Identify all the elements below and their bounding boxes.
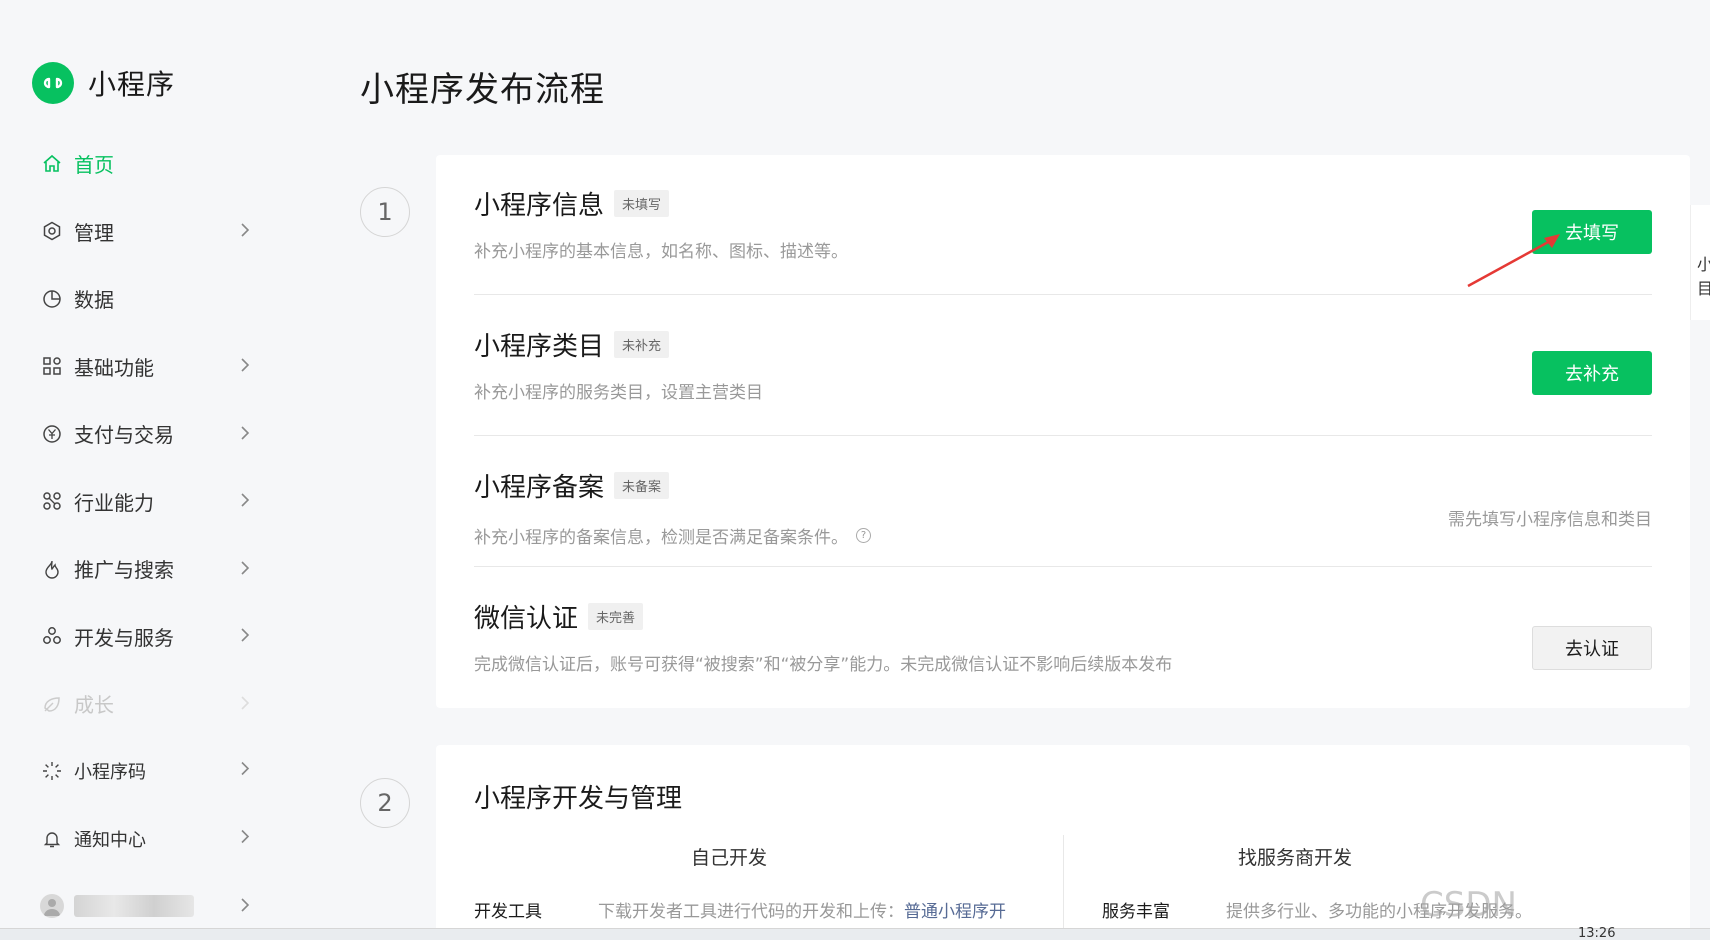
hexagon-gear-icon [40, 219, 64, 243]
annotation-arrow-icon [1467, 234, 1560, 288]
brand-name: 小程序 [88, 68, 176, 101]
add-category-button[interactable]: 去补充 [1532, 351, 1652, 395]
sidebar-item-growth[interactable]: 成长 [40, 670, 260, 738]
chevron-right-icon [240, 219, 250, 243]
chevron-right-icon [240, 692, 250, 716]
os-taskbar [0, 928, 1710, 940]
status-badge: 未完善 [588, 603, 644, 630]
chevron-right-icon [240, 489, 250, 513]
flame-icon [40, 557, 64, 581]
sidebar: 小程序 首页 管理 数据 基础功能 支付与交易 行业能力 推广与搜索 开发与服务… [0, 0, 290, 940]
prerequisite-note: 需先填写小程序信息和类目 [1448, 510, 1652, 530]
row-description: 补充小程序的基本信息，如名称、图标、描述等。 [474, 242, 848, 262]
sidebar-item-dev-services[interactable]: 开发与服务 [40, 603, 260, 671]
sidebar-item-label: 数据 [74, 288, 114, 313]
chevron-right-icon [240, 354, 250, 378]
self-develop-heading: 自己开发 [691, 847, 768, 869]
adjacent-panel-peek: 小 目 [1690, 205, 1710, 320]
status-badge: 未填写 [614, 190, 670, 217]
nodes-icon [40, 489, 64, 513]
row-description: 补充小程序的备案信息，检测是否满足备案条件。 [474, 528, 848, 548]
chevron-right-icon [240, 557, 250, 581]
row-value: 下载开发者工具进行代码的开发和上传： [598, 902, 904, 922]
sidebar-item-label: 支付与交易 [74, 423, 174, 448]
chevron-right-icon [240, 422, 250, 446]
sidebar-item-label: 基础功能 [74, 355, 154, 380]
step-number: 2 [360, 778, 410, 828]
section-title: 小程序开发与管理 [474, 784, 683, 814]
chevron-right-icon [240, 761, 250, 782]
column-divider [1063, 835, 1064, 940]
clock: 13:26 [1578, 926, 1616, 940]
step-row-filing: 小程序备案 未备案 补充小程序的备案信息，检测是否满足备案条件。 ? 需先填写小… [474, 437, 1652, 567]
row-key: 开发工具 [474, 902, 542, 922]
dev-tools-row: 开发工具 下载开发者工具进行代码的开发和上传： 普通小程序开 [474, 897, 1006, 922]
sidebar-item-label: 管理 [74, 220, 114, 245]
sidebar-item-qrcode[interactable]: 小程序码 [40, 738, 260, 806]
dev-tools-link[interactable]: 普通小程序开 [904, 897, 1006, 922]
sidebar-item-label: 首页 [74, 153, 114, 178]
row-description: 补充小程序的服务类目，设置主营类目 [474, 383, 763, 403]
sidebar-item-home[interactable]: 首页 [40, 130, 260, 198]
chevron-right-icon [240, 624, 250, 648]
sidebar-item-notifications[interactable]: 通知中心 [40, 805, 260, 873]
row-title: 小程序备案 [474, 473, 605, 503]
cluster-icon [40, 624, 64, 648]
sidebar-item-label: 小程序码 [74, 762, 146, 784]
sidebar-item-basic-features[interactable]: 基础功能 [40, 333, 260, 401]
pie-chart-icon [40, 287, 64, 311]
home-icon [40, 152, 64, 176]
sidebar-item-label: 行业能力 [74, 490, 154, 515]
row-title: 小程序类目 [474, 332, 605, 362]
row-key: 服务丰富 [1102, 902, 1170, 922]
step-row-verification: 微信认证 未完善 完成微信认证后，账号可获得“被搜索”和“被分享”能力。未完成微… [474, 568, 1652, 708]
mini-program-logo-icon [32, 62, 74, 104]
sidebar-item-label: 推广与搜索 [74, 558, 174, 583]
sidebar-item-label: 通知中心 [74, 829, 146, 851]
yen-circle-icon [40, 422, 64, 446]
sidebar-item-label: 成长 [74, 693, 114, 718]
status-badge: 未补充 [614, 331, 670, 358]
row-description: 完成微信认证后，账号可获得“被搜索”和“被分享”能力。未完成微信认证不影响后续版… [474, 655, 1173, 675]
page-title: 小程序发布流程 [360, 70, 605, 110]
chevron-right-icon [240, 894, 250, 918]
avatar-icon [40, 894, 64, 919]
sparkle-code-icon [40, 759, 64, 783]
peek-text: 目 [1697, 279, 1710, 298]
help-icon[interactable]: ? [856, 528, 871, 543]
step-row-category: 小程序类目 未补充 补充小程序的服务类目，设置主营类目 去补充 [474, 296, 1652, 436]
grid-icon [40, 354, 64, 378]
sidebar-item-data[interactable]: 数据 [40, 265, 260, 333]
peek-text: 小 [1697, 255, 1710, 274]
account-name-redacted [74, 895, 194, 918]
sidebar-item-label: 开发与服务 [74, 625, 174, 650]
sidebar-item-industry[interactable]: 行业能力 [40, 468, 260, 536]
sidebar-item-promotion[interactable]: 推广与搜索 [40, 535, 260, 603]
verify-button[interactable]: 去认证 [1532, 626, 1652, 670]
vendor-develop-heading: 找服务商开发 [1238, 847, 1353, 869]
row-title: 微信认证 [474, 604, 579, 634]
sidebar-item-manage[interactable]: 管理 [40, 198, 260, 266]
sidebar-item-payment[interactable]: 支付与交易 [40, 400, 260, 468]
growth-icon [40, 692, 64, 716]
brand[interactable]: 小程序 [32, 62, 175, 104]
step-number: 1 [360, 187, 410, 237]
status-badge: 未备案 [614, 472, 670, 499]
bell-icon [40, 827, 64, 851]
chevron-right-icon [240, 828, 250, 849]
row-title: 小程序信息 [474, 191, 605, 221]
sidebar-nav: 首页 管理 数据 基础功能 支付与交易 行业能力 推广与搜索 开发与服务 成长 … [40, 130, 260, 940]
